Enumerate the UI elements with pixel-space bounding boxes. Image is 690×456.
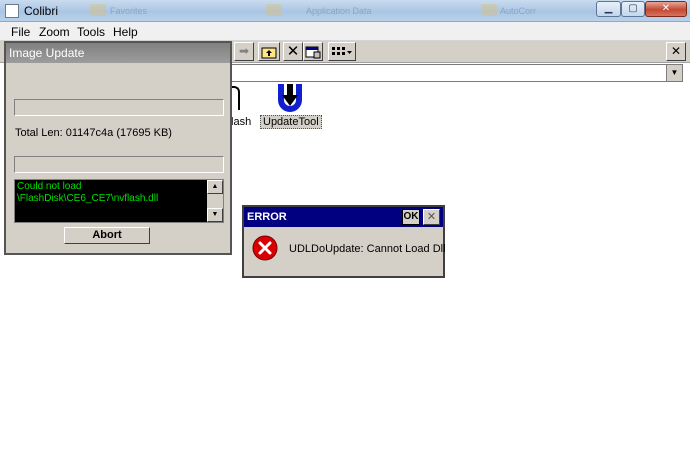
- window-close-button[interactable]: ✕: [645, 1, 687, 17]
- background-tab-autocorr: AutoCorr: [500, 6, 537, 16]
- dialog-title: Image Update: [6, 43, 230, 63]
- background-folder-icon: [90, 4, 106, 16]
- close-icon: ✕: [661, 3, 671, 14]
- chevron-down-icon[interactable]: ▼: [666, 65, 682, 81]
- properties-icon: [305, 46, 321, 59]
- close-icon: ✕: [670, 44, 682, 58]
- scroll-up-button[interactable]: ▲: [207, 180, 223, 194]
- error-dialog: ERROR OK ✕ UDLDoUpdate: Cannot Load Dll: [242, 205, 446, 278]
- scrollbar[interactable]: ▲ ▼: [207, 180, 223, 222]
- view-menu-icon: [332, 47, 352, 55]
- dialog-close-button[interactable]: ✕: [423, 209, 440, 225]
- progress-bar: [14, 99, 224, 116]
- menu-bar: File Zoom Tools Help: [0, 22, 690, 41]
- image-update-dialog: Image Update Total Len: 01147c4a (17695 …: [4, 41, 232, 255]
- triangle-up-icon: ▲: [211, 183, 219, 190]
- window-title: Colibri: [24, 4, 59, 18]
- log-text: Could not load \FlashDisk\CE6_CE7\nvflas…: [17, 181, 159, 204]
- view-menu-button[interactable]: [328, 42, 356, 61]
- error-message: UDLDoUpdate: Cannot Load Dll: [289, 243, 446, 255]
- menu-zoom[interactable]: Zoom: [39, 25, 70, 39]
- background-tab-favorites: Favorites: [110, 6, 148, 16]
- maximize-icon: ▢: [628, 3, 638, 14]
- ok-button[interactable]: OK: [402, 209, 420, 225]
- menu-file[interactable]: File: [11, 25, 30, 39]
- app-icon: [5, 4, 19, 18]
- file-item-label[interactable]: UpdateTool: [260, 115, 322, 129]
- total-length-text: Total Len: 01147c4a (17695 KB): [15, 127, 172, 139]
- minimize-icon: ▁: [604, 3, 613, 14]
- maximize-button[interactable]: ▢: [621, 1, 645, 17]
- background-tab-application-data: Application Data: [306, 6, 372, 16]
- error-icon: [252, 235, 278, 261]
- toolbar-close-button[interactable]: ✕: [666, 42, 686, 61]
- progress-bar: [14, 156, 224, 173]
- properties-button[interactable]: [303, 42, 323, 61]
- delete-icon: ✕: [286, 43, 300, 60]
- forward-button[interactable]: ➡: [234, 42, 254, 61]
- arrow-right-icon: ➡: [238, 44, 250, 58]
- folder-up-icon: [261, 47, 277, 59]
- download-arrow-icon[interactable]: [276, 84, 304, 114]
- abort-button[interactable]: Abort: [64, 227, 150, 244]
- menu-help[interactable]: Help: [113, 25, 138, 39]
- minimize-button[interactable]: ▁: [596, 1, 621, 17]
- menu-tools[interactable]: Tools: [77, 25, 105, 39]
- folder-up-button[interactable]: [258, 42, 280, 61]
- window-titlebar: Colibri Favorites Application Data AutoC…: [0, 0, 690, 22]
- close-icon: ✕: [426, 211, 437, 223]
- delete-button[interactable]: ✕: [283, 42, 303, 61]
- background-folder-icon: [266, 4, 282, 16]
- triangle-down-icon: ▼: [211, 211, 219, 218]
- log-textarea[interactable]: Could not load \FlashDisk\CE6_CE7\nvflas…: [14, 179, 224, 223]
- scroll-down-button[interactable]: ▼: [207, 208, 223, 222]
- background-folder-icon: [481, 4, 497, 16]
- address-combo[interactable]: ▼: [231, 64, 683, 82]
